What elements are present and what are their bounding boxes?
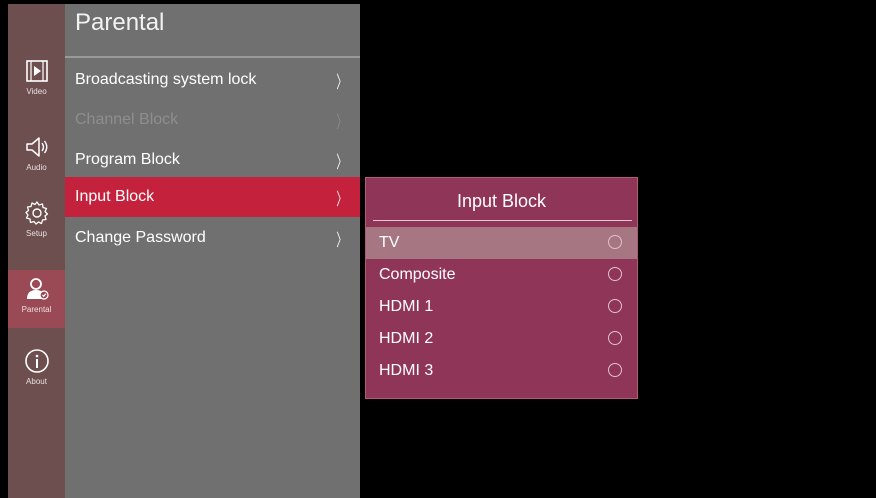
menu-item-label: Broadcasting system lock: [75, 71, 257, 88]
sidebar-item-label: Parental: [21, 305, 52, 314]
option-hdmi-3[interactable]: HDMI 3: [366, 355, 637, 387]
menu-item-label: Input Block: [75, 188, 155, 205]
menu-item-label: Program Block: [75, 151, 180, 168]
sidebar-item-label: About: [26, 377, 47, 386]
sidebar-item-label: Video: [26, 87, 47, 96]
sidebar-item-audio[interactable]: Audio: [8, 128, 65, 192]
option-composite[interactable]: Composite: [366, 259, 637, 291]
radio-button[interactable]: [608, 299, 622, 313]
chevron-right-icon: 〉: [336, 112, 347, 132]
category-sidebar: Video Audio Setup Parental About: [8, 4, 65, 498]
option-label: HDMI 3: [379, 362, 434, 379]
sidebar-item-video[interactable]: Video: [8, 52, 65, 116]
gear-icon: [24, 201, 48, 225]
option-label: Composite: [379, 266, 456, 283]
option-label: HDMI 2: [379, 330, 434, 347]
speaker-icon: [25, 137, 47, 157]
radio-button[interactable]: [608, 267, 622, 281]
chevron-right-icon: 〉: [336, 152, 347, 172]
sidebar-item-setup[interactable]: Setup: [8, 194, 65, 258]
menu-item-input-block[interactable]: Input Block 〉: [65, 177, 360, 217]
menu-item-channel-block[interactable]: Channel Block 〉: [65, 100, 360, 140]
radio-button[interactable]: [608, 235, 622, 249]
option-label: HDMI 1: [379, 298, 434, 315]
parental-menu: Parental Broadcasting system lock 〉 Chan…: [65, 4, 360, 498]
tv-settings-screen: Video Audio Setup Parental About Parenta…: [0, 0, 876, 498]
sidebar-item-label: Setup: [26, 229, 47, 238]
sidebar-item-label: Audio: [26, 163, 47, 172]
video-icon: [25, 60, 48, 82]
page-title: Parental: [75, 9, 165, 36]
option-hdmi-2[interactable]: HDMI 2: [366, 323, 637, 355]
title-divider: [65, 56, 360, 58]
menu-item-label: Channel Block: [75, 111, 179, 128]
info-icon: [24, 349, 49, 373]
chevron-right-icon: 〉: [336, 230, 347, 250]
option-hdmi-1[interactable]: HDMI 1: [366, 291, 637, 323]
chevron-right-icon: 〉: [336, 189, 347, 209]
input-block-dialog: Input Block TV Composite HDMI 1 HDMI 2 H…: [365, 177, 638, 399]
menu-item-broadcasting-system-lock[interactable]: Broadcasting system lock 〉: [65, 60, 360, 100]
chevron-right-icon: 〉: [336, 72, 347, 92]
menu-item-program-block[interactable]: Program Block 〉: [65, 140, 360, 180]
dialog-divider: [373, 220, 632, 221]
sidebar-item-about[interactable]: About: [8, 342, 65, 406]
sidebar-item-parental[interactable]: Parental: [8, 270, 65, 328]
option-tv[interactable]: TV: [366, 227, 637, 259]
menu-item-label: Change Password: [75, 229, 206, 246]
parental-user-icon: [26, 278, 49, 300]
dialog-title: Input Block: [456, 191, 547, 211]
radio-button[interactable]: [608, 331, 622, 345]
menu-item-change-password[interactable]: Change Password 〉: [65, 218, 360, 258]
radio-button[interactable]: [608, 363, 622, 377]
option-label: TV: [379, 234, 400, 251]
